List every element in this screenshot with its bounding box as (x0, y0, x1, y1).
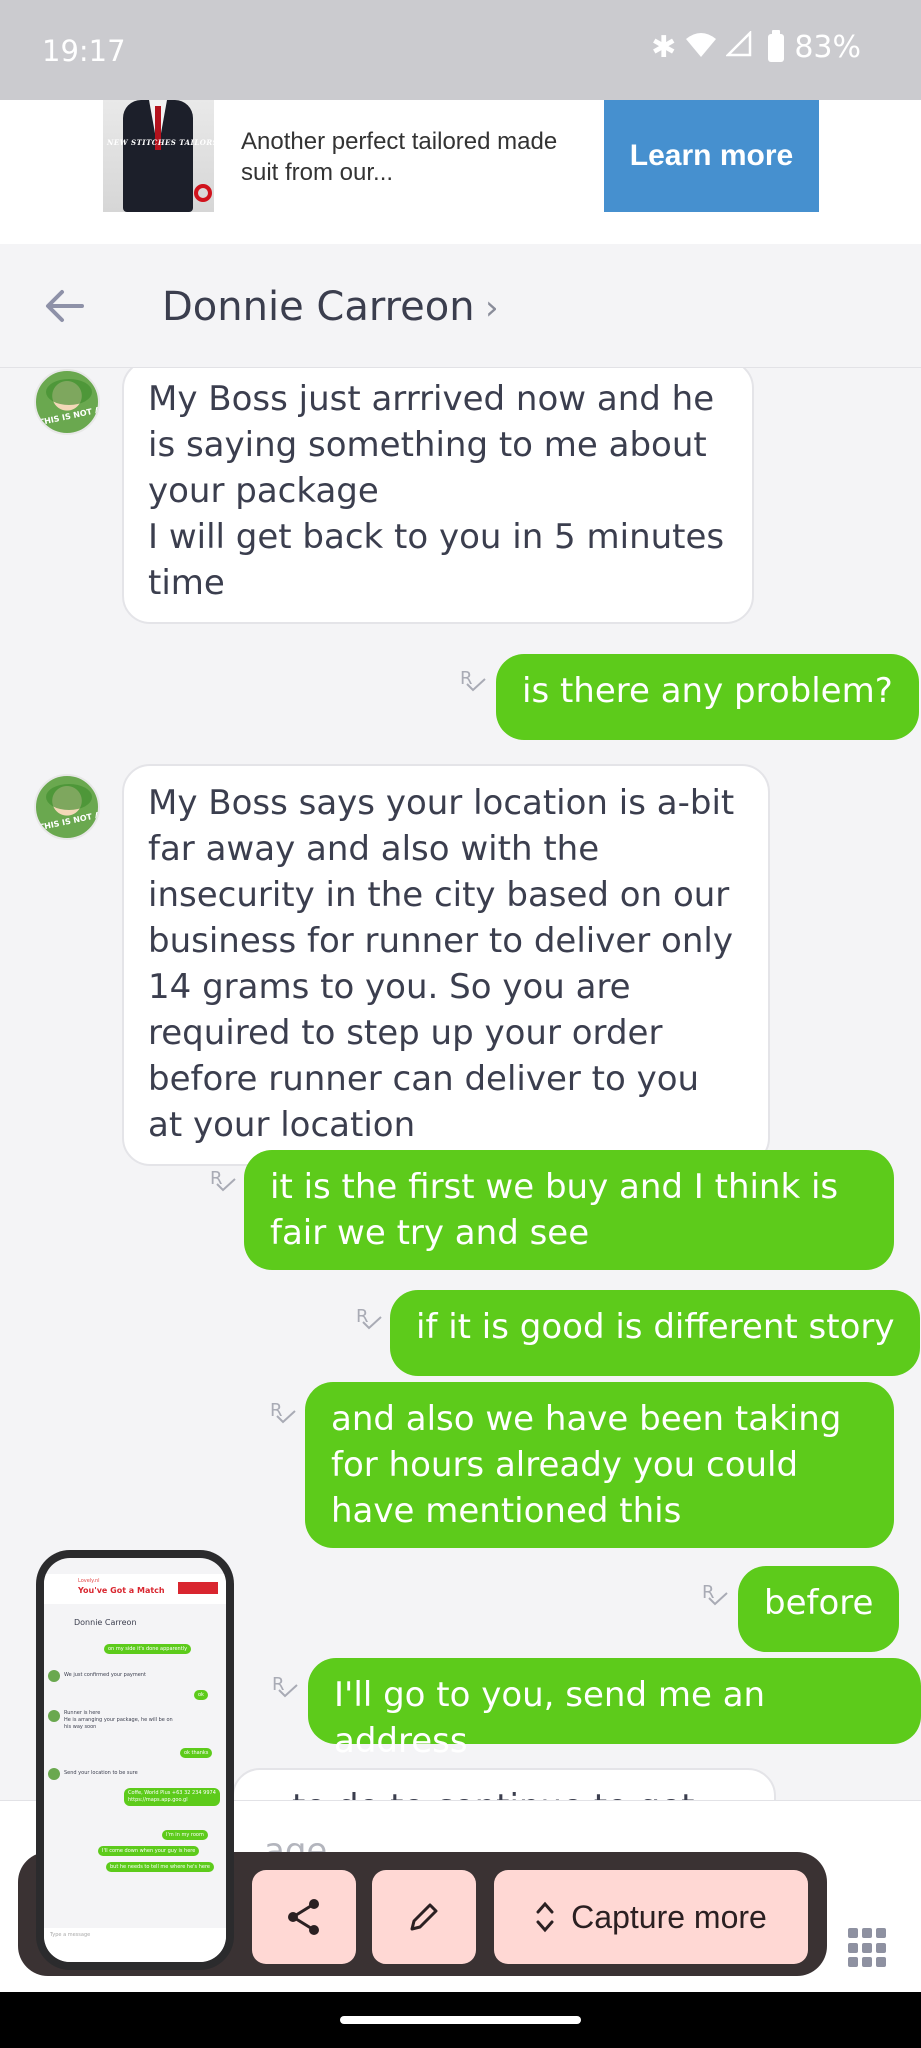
home-gesture-pill[interactable] (340, 2016, 581, 2024)
capture-more-label: Capture more (571, 1898, 767, 1935)
screenshot-thumbnail[interactable]: Lovely.nl You've Got a Match Donnie Carr… (36, 1550, 234, 1970)
chat-header: Donnie Carreon › (0, 244, 921, 368)
learn-more-button[interactable]: Learn more (604, 100, 819, 212)
contact-avatar[interactable]: THIS IS NOT A DOLL (34, 774, 100, 840)
message-incoming[interactable]: …to do to continue to get the… (232, 1768, 776, 1800)
read-receipt-icon: R (270, 1400, 298, 1430)
read-receipt-icon: R (702, 1582, 730, 1612)
thumbnail-contact: Donnie Carreon (74, 1618, 137, 1627)
message-outgoing[interactable]: I'll go to you, send me an address (308, 1658, 921, 1761)
ad-image[interactable]: NEW STITCHES TAILORS (103, 100, 214, 212)
system-nav-bar (0, 1992, 921, 2048)
ad-brand: NEW STITCHES TAILORS (107, 138, 214, 147)
contact-avatar[interactable]: THIS IS NOT A DOLL (34, 369, 100, 435)
message-incoming[interactable]: My Boss just arrrived now and he is sayi… (122, 368, 754, 624)
message-incoming[interactable]: My Boss says your location is a-bit far … (122, 764, 770, 1166)
pencil-icon (410, 1903, 438, 1931)
battery-icon (768, 29, 785, 62)
message-outgoing[interactable]: and also we have been taking for hours a… (305, 1382, 894, 1548)
message-outgoing[interactable]: it is the first we buy and I think is fa… (244, 1150, 894, 1270)
read-receipt-icon: R (272, 1674, 300, 1704)
share-icon (288, 1899, 319, 1935)
signal-icon (725, 29, 752, 65)
ad-text[interactable]: Another perfect tailored made suit from … (241, 126, 581, 188)
expand-vertical-icon (536, 1901, 554, 1933)
message-outgoing[interactable]: before (738, 1566, 900, 1652)
status-time: 19:17 (42, 34, 126, 68)
wifi-icon (686, 30, 717, 65)
status-icons: ✱ 83% (651, 29, 861, 65)
edit-button[interactable] (372, 1870, 476, 1964)
read-receipt-icon: R (460, 668, 488, 698)
read-receipt-icon: R (210, 1168, 238, 1198)
battery-percent: 83% (794, 30, 861, 65)
capture-more-button[interactable]: Capture more (494, 1870, 808, 1964)
status-bar: 19:17 ✱ 83% (0, 0, 921, 100)
back-arrow-icon[interactable] (40, 284, 90, 328)
thumbnail-screen: Lovely.nl You've Got a Match Donnie Carr… (44, 1558, 226, 1962)
bluetooth-icon: ✱ (651, 30, 677, 65)
message-outgoing[interactable]: if it is good is different story (390, 1290, 921, 1376)
thumbnail-ad: Lovely.nl You've Got a Match (44, 1574, 226, 1604)
ad-banner[interactable]: NEW STITCHES TAILORS Another perfect tai… (0, 100, 921, 244)
contact-name[interactable]: Donnie Carreon (162, 284, 475, 330)
chevron-right-icon[interactable]: › (485, 288, 499, 328)
message-outgoing[interactable]: is there any problem? (496, 654, 919, 740)
share-button[interactable] (252, 1870, 356, 1964)
grid-menu-icon[interactable] (848, 1928, 888, 1968)
read-receipt-icon: R (356, 1306, 384, 1336)
